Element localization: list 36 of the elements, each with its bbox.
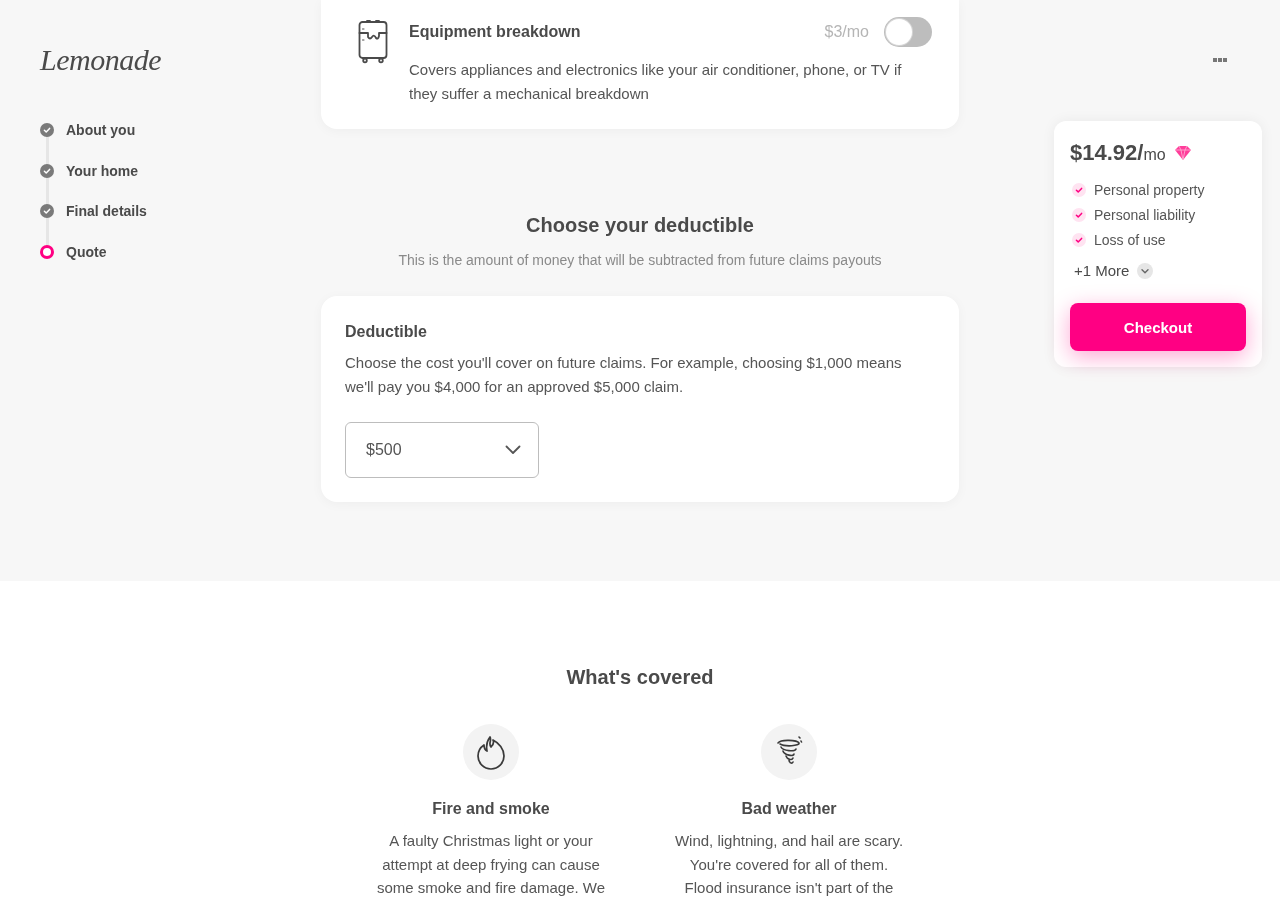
more-icon[interactable] (1213, 58, 1227, 62)
coverage-item-title: Fire and smoke (432, 799, 550, 819)
step-label: Final details (66, 202, 147, 222)
toggle-switch[interactable] (884, 17, 932, 47)
feature-label: Loss of use (1094, 231, 1166, 250)
chevron-down-icon (505, 445, 521, 455)
show-more-button[interactable]: +1 More (1074, 260, 1154, 282)
chevron-down-icon (1137, 263, 1154, 279)
flame-icon (463, 724, 519, 780)
coverage-item-title: Bad weather (741, 799, 837, 819)
price-period: mo (1143, 144, 1166, 165)
section-subtitle: This is the amount of money that will be subtracted from future claims payouts (397, 251, 883, 270)
deductible-dropdown[interactable]: $500 (345, 422, 539, 478)
card-description: Choose the cost you'll cover on future claims. For example, choosing $1,000 means we'll pay you $4,000 for an approved $5,000 claim. (345, 353, 903, 397)
fridge-icon (358, 20, 388, 64)
coverage-item-description: Wind, lightning, and hail are scary. You're covered for all of them. Flood insurance isn't part of the (673, 831, 905, 898)
logo: Lemonade (40, 44, 161, 76)
coverage-item-description: A faulty Christmas light or your attempt at deep frying can cause some smoke and fire damage. We (375, 831, 607, 898)
diamond-icon (1173, 145, 1192, 161)
step-label: Your home (66, 161, 139, 181)
card-title: Deductible (345, 322, 428, 342)
coverage-title: Equipment breakdown (409, 23, 581, 41)
price-amount: $14.92/ (1070, 139, 1144, 167)
feature-label: Personal liability (1094, 206, 1196, 225)
coverage-price: $3/mo (824, 23, 869, 41)
step-label: Quote (66, 242, 107, 262)
check-icon (1072, 233, 1086, 247)
check-icon (1072, 183, 1086, 197)
tornado-icon (761, 724, 817, 780)
checkout-button[interactable]: Checkout (1070, 303, 1246, 351)
step-label: About you (66, 121, 136, 140)
feature-label: Personal property (1094, 181, 1205, 200)
section-heading: Choose your deductible (525, 213, 755, 238)
coverage-description: Covers appliances and electronics like your air conditioner, phone, or TV if they suffer a mechanical breakdown (409, 60, 903, 104)
section-heading: What's covered (566, 665, 714, 690)
check-icon (1072, 208, 1086, 222)
